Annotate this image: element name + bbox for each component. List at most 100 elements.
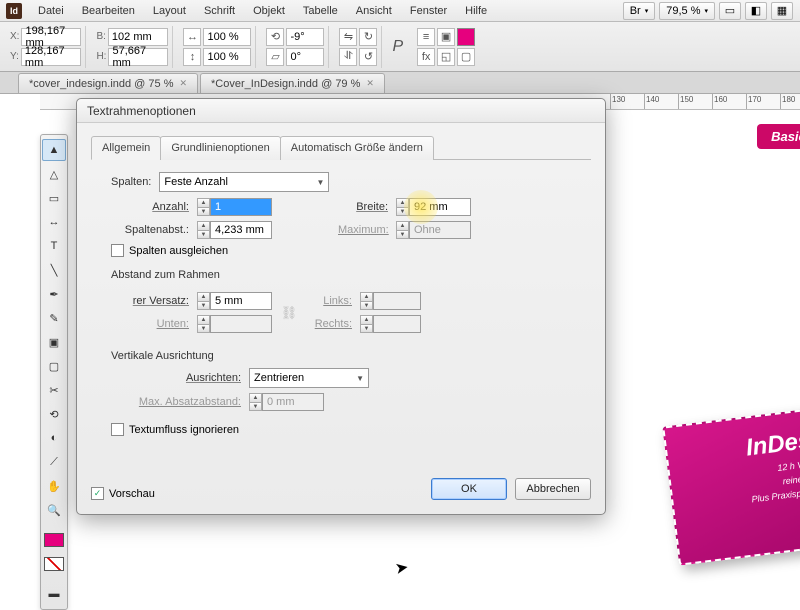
- rotate-icon: ⟲: [266, 28, 284, 46]
- document-tabs: *cover_indesign.indd @ 75 %✕ *Cover_InDe…: [0, 72, 800, 94]
- tab-general[interactable]: Allgemein: [91, 136, 161, 160]
- transform-tool[interactable]: ⟲: [42, 403, 66, 425]
- line-tool[interactable]: ╲: [42, 259, 66, 281]
- rectangle-frame-tool[interactable]: ▣: [42, 331, 66, 353]
- view-mode-tool[interactable]: ▬: [42, 583, 66, 605]
- menu-type[interactable]: Schrift: [196, 3, 243, 19]
- fill-swatch[interactable]: [457, 28, 475, 46]
- eyedropper-tool[interactable]: ⟋: [42, 451, 66, 473]
- align-icon[interactable]: ≡: [417, 28, 435, 46]
- type-tool[interactable]: T: [42, 235, 66, 257]
- inset-right-stepper: ▲▼: [360, 315, 421, 333]
- tab-baseline[interactable]: Grundlinienoptionen: [160, 136, 280, 160]
- direct-select-tool[interactable]: △: [42, 163, 66, 185]
- para-label: Max. Absatzabstand:: [111, 396, 241, 408]
- scale-y-icon: ↕: [183, 48, 201, 66]
- view-mode-icon[interactable]: ▭: [719, 2, 741, 20]
- pencil-tool[interactable]: ✎: [42, 307, 66, 329]
- align-label: Ausrichten:: [111, 372, 241, 384]
- dialog-tabs: Allgemein Grundlinienoptionen Automatisc…: [91, 135, 591, 160]
- gap-tool[interactable]: ↔: [42, 211, 66, 233]
- effects-icon[interactable]: fx: [417, 48, 435, 66]
- pink-card: InDesign 12 h Video-Trainin reines Know-…: [662, 402, 800, 565]
- menu-bar: Id Datei Bearbeiten Layout Schrift Objek…: [0, 0, 800, 22]
- h-field[interactable]: 57,667 mm: [108, 48, 168, 66]
- link-icon[interactable]: ⛓: [282, 302, 296, 324]
- inset-left-label: Links:: [306, 295, 352, 307]
- basics-tag: Basics &: [757, 124, 800, 149]
- inset-top-label: rer Versatz:: [111, 295, 189, 307]
- inset-title: Abstand zum Rahmen: [111, 269, 587, 281]
- scale-x-icon: ↔: [183, 28, 201, 46]
- preview-checkbox[interactable]: ✓Vorschau: [91, 487, 155, 500]
- shear-icon: ▱: [266, 48, 284, 66]
- w-field[interactable]: 102 mm: [108, 28, 168, 46]
- pen-tool[interactable]: ✒: [42, 283, 66, 305]
- columns-label: Spalten:: [111, 176, 151, 188]
- shear-field[interactable]: 0°: [286, 48, 324, 66]
- gradient-tool[interactable]: ◐: [42, 427, 66, 449]
- flip-h-icon[interactable]: ⇋: [339, 28, 357, 46]
- count-stepper[interactable]: ▲▼ 1: [197, 198, 272, 216]
- max-stepper: ▲▼ Ohne: [396, 221, 471, 239]
- doc-tab-1[interactable]: *cover_indesign.indd @ 75 %✕: [18, 73, 198, 93]
- close-icon[interactable]: ✕: [366, 78, 374, 89]
- menu-window[interactable]: Fenster: [402, 3, 455, 19]
- doc-tab-2[interactable]: *Cover_InDesign.indd @ 79 %✕: [200, 73, 385, 93]
- balance-checkbox[interactable]: Spalten ausgleichen: [111, 244, 228, 257]
- app-logo: Id: [6, 3, 22, 19]
- text-frame-options-dialog: Textrahmenoptionen Allgemein Grundlinien…: [76, 98, 606, 515]
- x-field[interactable]: 198,167 mm: [21, 28, 81, 46]
- y-field[interactable]: 128,167 mm: [21, 48, 81, 66]
- menu-help[interactable]: Hilfe: [457, 3, 495, 19]
- scale-y-field[interactable]: 100 %: [203, 48, 251, 66]
- corner-icon[interactable]: ◱: [437, 48, 455, 66]
- inset-top-stepper[interactable]: ▲▼ 5 mm: [197, 292, 272, 310]
- para-stepper: ▲▼ 0 mm: [249, 393, 324, 411]
- rotate-cw-icon[interactable]: ↻: [359, 28, 377, 46]
- menu-object[interactable]: Objekt: [245, 3, 293, 19]
- tools-panel: ▲ △ ▭ ↔ T ╲ ✒ ✎ ▣ ▢ ✂ ⟲ ◐ ⟋ ✋ 🔍 ▬: [40, 134, 68, 610]
- screen-mode-icon[interactable]: ◧: [745, 2, 767, 20]
- count-label: Anzahl:: [111, 201, 189, 213]
- stroke-icon[interactable]: ▢: [457, 48, 475, 66]
- dialog-title: Textrahmenoptionen: [77, 99, 605, 123]
- inset-right-label: Rechts:: [306, 318, 352, 330]
- menu-view[interactable]: Ansicht: [348, 3, 400, 19]
- rotate-ccw-icon[interactable]: ↺: [359, 48, 377, 66]
- cancel-button[interactable]: Abbrechen: [515, 478, 591, 500]
- arrange-icon[interactable]: ▦: [771, 2, 793, 20]
- fill-color[interactable]: [42, 529, 66, 551]
- inset-left-stepper: ▲▼: [360, 292, 421, 310]
- columns-type-select[interactable]: Feste Anzahl▼: [159, 172, 329, 192]
- tab-autosize[interactable]: Automatisch Größe ändern: [280, 136, 434, 160]
- menu-edit[interactable]: Bearbeiten: [74, 3, 143, 19]
- bridge-button[interactable]: Br▾: [623, 2, 656, 20]
- gutter-label: Spaltenabst.:: [111, 224, 189, 236]
- inset-bottom-stepper: ▲▼: [197, 315, 272, 333]
- close-icon[interactable]: ✕: [179, 78, 187, 89]
- scissors-tool[interactable]: ✂: [42, 379, 66, 401]
- rotate-field[interactable]: -9°: [286, 28, 324, 46]
- zoom-tool[interactable]: 🔍: [42, 499, 66, 521]
- char-format-icon[interactable]: P: [392, 38, 403, 56]
- menu-file[interactable]: Datei: [30, 3, 72, 19]
- gutter-stepper[interactable]: ▲▼ 4,233 mm: [197, 221, 272, 239]
- flip-v-icon[interactable]: ⥯: [339, 48, 357, 66]
- width-stepper[interactable]: ▲▼ 92 mm: [396, 198, 471, 216]
- hand-tool[interactable]: ✋: [42, 475, 66, 497]
- ignore-wrap-checkbox[interactable]: Textumfluss ignorieren: [111, 423, 587, 436]
- menu-layout[interactable]: Layout: [145, 3, 194, 19]
- width-label: Breite:: [338, 201, 388, 213]
- wrap-icon[interactable]: ▣: [437, 28, 455, 46]
- scale-x-field[interactable]: 100 %: [203, 28, 251, 46]
- max-label: Maximum:: [338, 224, 388, 236]
- ok-button[interactable]: OK: [431, 478, 507, 500]
- align-select[interactable]: Zentrieren▼: [249, 368, 369, 388]
- menu-table[interactable]: Tabelle: [295, 3, 346, 19]
- zoom-select[interactable]: 79,5 %▾: [659, 2, 715, 20]
- page-tool[interactable]: ▭: [42, 187, 66, 209]
- rectangle-tool[interactable]: ▢: [42, 355, 66, 377]
- selection-tool[interactable]: ▲: [42, 139, 66, 161]
- stroke-color[interactable]: [42, 553, 66, 575]
